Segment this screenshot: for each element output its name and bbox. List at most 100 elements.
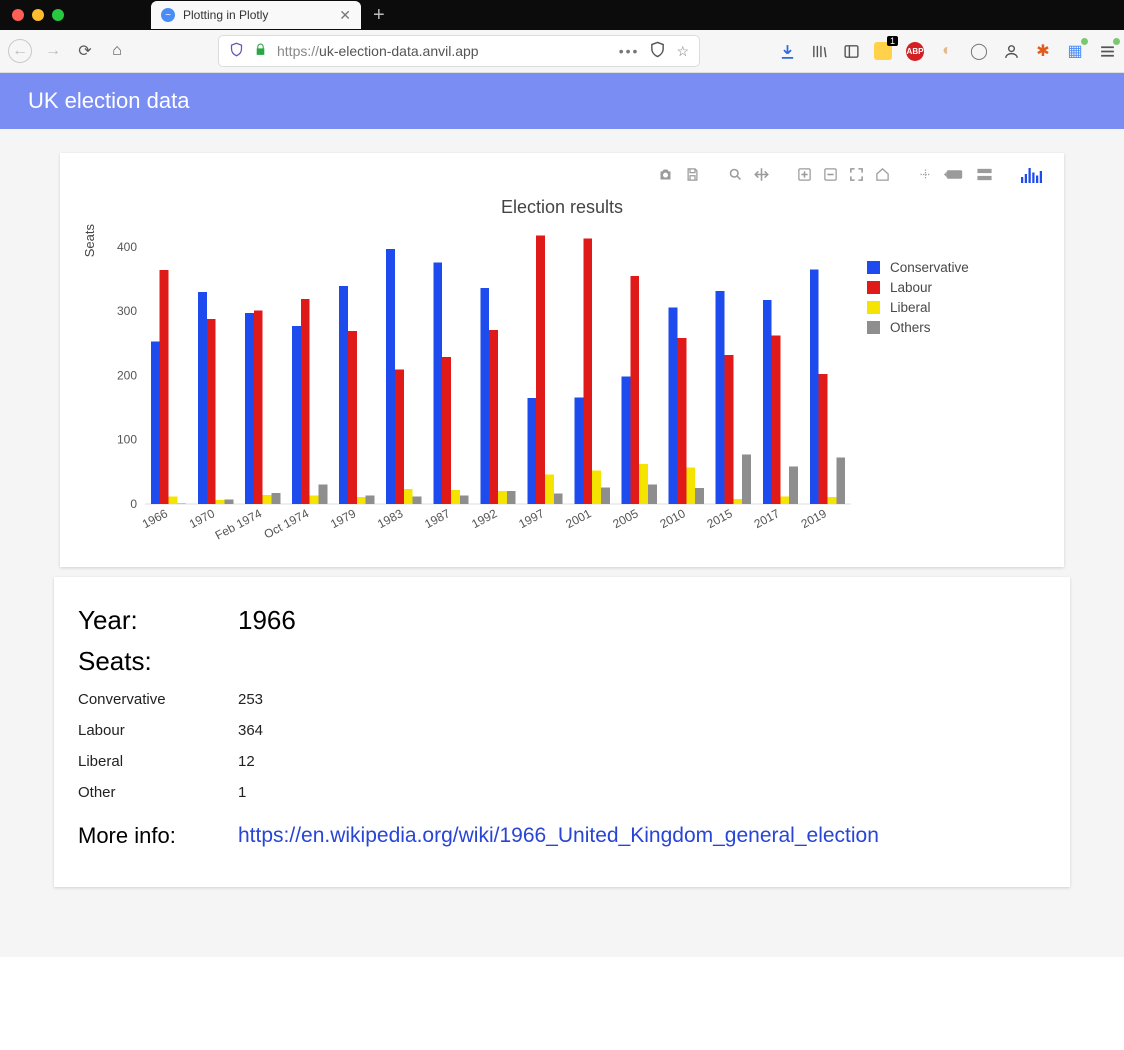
reload-button[interactable]: ⟳ xyxy=(74,40,96,62)
sidebar-icon[interactable] xyxy=(842,42,860,60)
url-bar[interactable]: https://uk-election-data.anvil.app ••• ☆ xyxy=(218,35,700,67)
minimize-window-button[interactable] xyxy=(32,9,44,21)
app-menu-icon[interactable] xyxy=(1098,42,1116,60)
bar[interactable] xyxy=(207,319,216,504)
bar[interactable] xyxy=(725,355,734,504)
lock-icon[interactable] xyxy=(254,43,267,59)
bar[interactable] xyxy=(348,331,357,504)
hover-closest-icon[interactable] xyxy=(944,167,965,187)
bar[interactable] xyxy=(695,488,704,504)
zoom-icon[interactable] xyxy=(728,167,743,187)
bar[interactable] xyxy=(742,455,751,505)
bar[interactable] xyxy=(160,270,169,504)
bar[interactable] xyxy=(433,262,442,504)
extension-icon-2[interactable]: ◐ xyxy=(938,42,956,60)
bar[interactable] xyxy=(413,496,422,504)
bar[interactable] xyxy=(301,299,310,504)
bar[interactable] xyxy=(763,300,772,504)
bar[interactable] xyxy=(177,503,186,504)
legend-item[interactable]: Liberal xyxy=(867,300,969,315)
bar[interactable] xyxy=(310,496,319,504)
bar[interactable] xyxy=(366,496,375,504)
bar[interactable] xyxy=(733,499,742,504)
zoom-out-icon[interactable] xyxy=(823,167,838,187)
downloads-icon[interactable] xyxy=(778,42,796,60)
bar[interactable] xyxy=(245,313,254,504)
browser-tab[interactable]: Plotting in Plotly ✕ xyxy=(151,1,361,29)
bar[interactable] xyxy=(254,311,263,505)
spike-lines-icon[interactable] xyxy=(918,167,933,187)
bar[interactable] xyxy=(292,326,301,504)
bar[interactable] xyxy=(601,487,610,504)
zoom-in-icon[interactable] xyxy=(797,167,812,187)
bar[interactable] xyxy=(574,397,583,504)
new-tab-button[interactable]: + xyxy=(361,4,397,27)
legend-item[interactable]: Conservative xyxy=(867,260,969,275)
plotly-logo-icon[interactable] xyxy=(1021,167,1042,187)
bar[interactable] xyxy=(789,467,798,504)
reset-axes-icon[interactable] xyxy=(875,167,890,187)
camera-icon[interactable] xyxy=(657,167,674,187)
bar[interactable] xyxy=(716,291,725,504)
bar[interactable] xyxy=(395,370,404,504)
bar[interactable] xyxy=(536,235,545,504)
bar[interactable] xyxy=(460,496,469,504)
account-icon[interactable] xyxy=(1002,42,1020,60)
bar[interactable] xyxy=(319,485,328,504)
hover-compare-icon[interactable] xyxy=(976,167,993,187)
reader-mode-icon[interactable] xyxy=(649,41,666,61)
bar[interactable] xyxy=(827,497,836,504)
bar[interactable] xyxy=(386,249,395,504)
save-icon[interactable] xyxy=(685,167,700,187)
forward-button[interactable]: → xyxy=(42,40,64,62)
bar[interactable] xyxy=(677,338,686,504)
bar[interactable] xyxy=(669,307,678,504)
bar[interactable] xyxy=(263,495,272,504)
bar[interactable] xyxy=(271,493,280,504)
bar[interactable] xyxy=(648,485,657,504)
legend-item[interactable]: Labour xyxy=(867,280,969,295)
extension-icon-4[interactable]: ✱ xyxy=(1034,42,1052,60)
bar[interactable] xyxy=(622,377,631,504)
extension-icon-5[interactable]: ▦ xyxy=(1066,42,1084,60)
close-window-button[interactable] xyxy=(12,9,24,21)
page-actions-icon[interactable]: ••• xyxy=(619,43,640,59)
bar[interactable] xyxy=(216,500,225,504)
bar[interactable] xyxy=(404,489,413,504)
bar[interactable] xyxy=(554,494,563,504)
maximize-window-button[interactable] xyxy=(52,9,64,21)
bar[interactable] xyxy=(545,474,554,504)
bar[interactable] xyxy=(442,357,451,504)
bar[interactable] xyxy=(224,500,233,505)
extension-icon-3[interactable]: ◯ xyxy=(970,42,988,60)
bar[interactable] xyxy=(639,464,648,504)
bar[interactable] xyxy=(630,276,639,504)
bar[interactable] xyxy=(339,286,348,504)
bar[interactable] xyxy=(772,336,781,504)
bar[interactable] xyxy=(780,496,789,504)
bookmark-star-icon[interactable]: ☆ xyxy=(676,43,689,60)
bar[interactable] xyxy=(451,490,460,504)
autoscale-icon[interactable] xyxy=(849,167,864,187)
bar[interactable] xyxy=(507,491,516,504)
library-icon[interactable] xyxy=(810,42,828,60)
bar[interactable] xyxy=(583,239,592,505)
bar[interactable] xyxy=(836,458,845,504)
bar[interactable] xyxy=(819,374,828,504)
pan-icon[interactable] xyxy=(754,167,769,187)
adblock-icon[interactable]: ABP xyxy=(906,42,924,60)
bar[interactable] xyxy=(480,288,489,504)
bar[interactable] xyxy=(686,467,695,504)
extension-icon-1[interactable]: 1 xyxy=(874,42,892,60)
bar[interactable] xyxy=(489,330,498,504)
bar[interactable] xyxy=(592,471,601,504)
bar[interactable] xyxy=(527,398,536,504)
chart-svg[interactable]: 010020030040019661970Feb 1974Oct 1974197… xyxy=(97,224,857,544)
bar[interactable] xyxy=(810,269,819,504)
bar[interactable] xyxy=(357,497,366,504)
chart-plot-area[interactable]: 010020030040019661970Feb 1974Oct 1974197… xyxy=(97,224,857,549)
bar[interactable] xyxy=(169,496,178,504)
legend-item[interactable]: Others xyxy=(867,320,969,335)
bar[interactable] xyxy=(198,292,207,504)
back-button[interactable]: ← xyxy=(8,39,32,63)
